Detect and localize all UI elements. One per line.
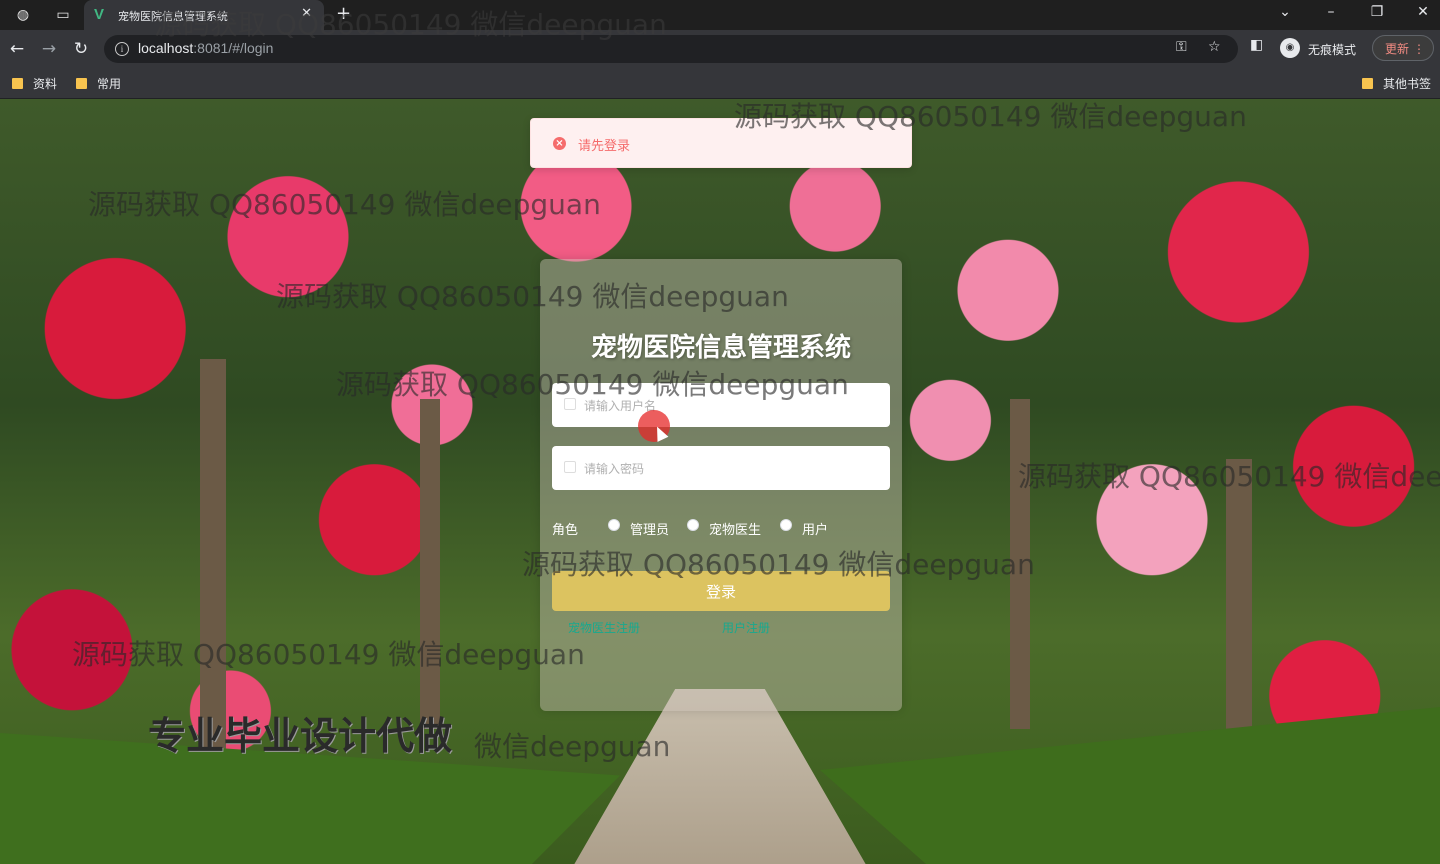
watermark: 源码获取 QQ86050149 微信deepguan: [72, 638, 585, 671]
restore-icon[interactable]: ❐: [1362, 4, 1392, 20]
folder-icon: [76, 78, 87, 89]
watermark: 源码获取 QQ86050149 微信deepguan: [522, 548, 1035, 581]
back-icon[interactable]: ←: [6, 39, 28, 59]
forward-icon[interactable]: →: [38, 39, 60, 59]
update-button[interactable]: 更新 ⋮: [1372, 35, 1434, 61]
folder-icon: [12, 78, 23, 89]
watermark: 源码获取 QQ86050149 微信deepguan: [154, 8, 667, 41]
menu-icon[interactable]: ⋮: [1413, 36, 1425, 62]
login-page: 宠物医院信息管理系统 角色 管理员 宠物医生 用户 登录 宠物医生注册 用户注册…: [0, 99, 1440, 864]
folder-icon: [1362, 78, 1373, 89]
star-icon[interactable]: ☆: [1208, 39, 1221, 55]
incognito-icon[interactable]: ◉: [1280, 38, 1300, 58]
trellis-post: [420, 399, 440, 729]
hedge: [820, 707, 1440, 864]
watermark: 源码获取 QQ86050149 微信deepguan: [276, 280, 789, 313]
user-register-link[interactable]: 用户注册: [722, 619, 770, 636]
role-label: 角色: [552, 523, 579, 538]
error-circle-icon: ×: [553, 137, 566, 150]
tab-search-icon[interactable]: ▭: [52, 5, 74, 25]
incognito-label[interactable]: 无痕模式: [1308, 41, 1356, 58]
minimize-icon[interactable]: –: [1316, 4, 1346, 20]
overlay-watermark: 专业毕业设计代做: [148, 714, 453, 758]
close-window-icon[interactable]: ✕: [1408, 4, 1438, 20]
reload-icon[interactable]: ↻: [70, 39, 92, 59]
password-input[interactable]: [582, 446, 886, 492]
radio-user[interactable]: [780, 519, 792, 531]
radio-doctor[interactable]: [687, 519, 699, 531]
lock-icon: [564, 461, 576, 473]
login-card: 宠物医院信息管理系统 角色 管理员 宠物医生 用户 登录 宠物医生注册 用户注册: [540, 259, 902, 711]
watermark: 源码获取 QQ86050149 微信deepguan: [1018, 460, 1440, 493]
browser-logo-icon[interactable]: ◍: [12, 5, 34, 25]
toast-message: 请先登录: [578, 139, 631, 154]
bookmark-folder[interactable]: 资料: [12, 75, 57, 92]
radio-label-doctor[interactable]: 宠物医生: [709, 519, 761, 538]
password-field[interactable]: [552, 446, 890, 492]
sidebar-icon[interactable]: ◧: [1250, 37, 1263, 53]
radio-admin[interactable]: [608, 519, 620, 531]
tab-list-icon[interactable]: ⌄: [1270, 4, 1300, 20]
info-icon[interactable]: i: [115, 42, 129, 56]
bookmarks-bar: 资料 常用 其他书签: [0, 68, 1440, 99]
radio-label-user[interactable]: 用户: [802, 519, 828, 538]
vue-favicon-icon: V: [94, 6, 105, 23]
watermark: 源码获取 QQ86050149 微信deepguan: [734, 100, 1247, 133]
key-icon[interactable]: ⚿: [1176, 39, 1187, 55]
login-title: 宠物医院信息管理系统: [590, 333, 851, 363]
radio-label-admin[interactable]: 管理员: [630, 519, 669, 538]
bookmark-folder[interactable]: 常用: [76, 75, 121, 92]
watermark: 源码获取 QQ86050149 微信deepguan: [336, 368, 849, 401]
watermark: 源码获取 QQ86050149 微信deepguan: [88, 188, 601, 221]
watermark: 微信deepguan: [474, 730, 671, 763]
role-selector: 角色 管理员 宠物医生 用户: [552, 517, 890, 538]
other-bookmarks[interactable]: 其他书签: [1362, 75, 1431, 92]
